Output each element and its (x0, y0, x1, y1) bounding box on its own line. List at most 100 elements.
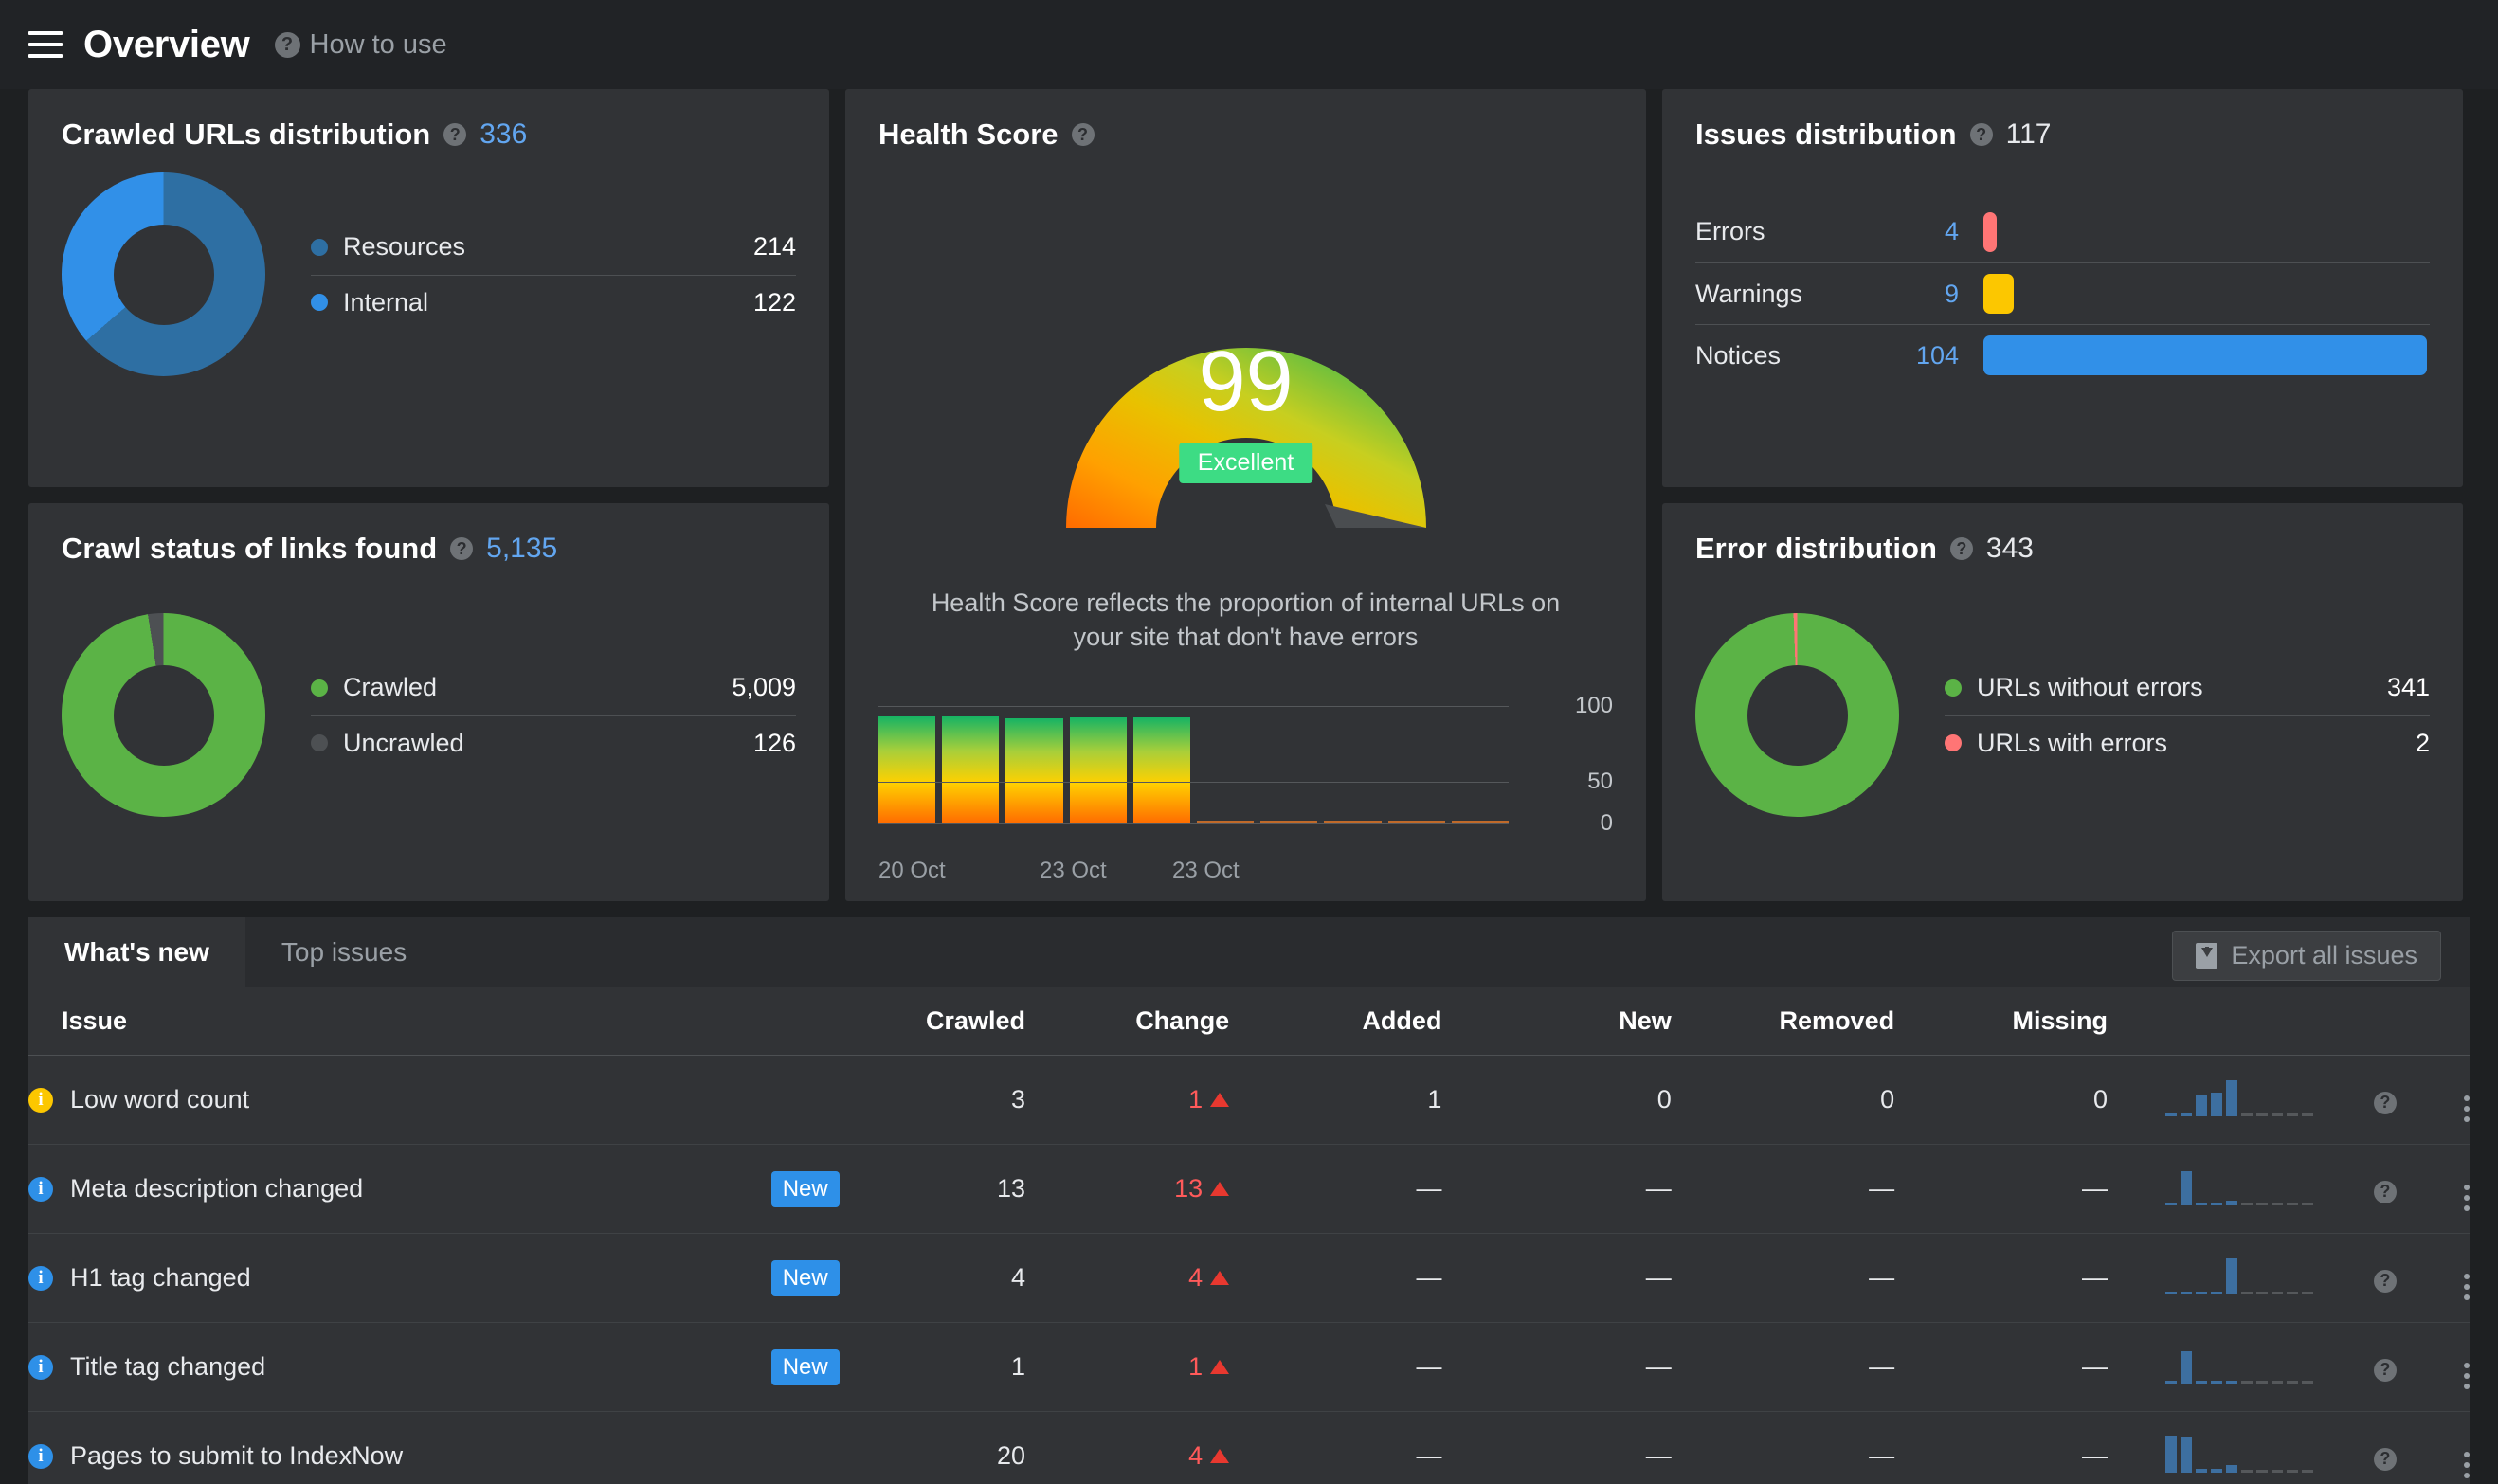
question-mark-icon[interactable]: ? (1072, 123, 1095, 146)
download-file-icon (2196, 943, 2217, 969)
tab-whats-new[interactable]: What's new (28, 917, 245, 987)
question-mark-icon[interactable]: ? (1950, 537, 1973, 560)
donut-chart-crawled-urls (62, 172, 265, 376)
question-mark-icon[interactable]: ? (2374, 1092, 2397, 1114)
sparkline-bar (2302, 1113, 2313, 1116)
cell-issue: i H1 tag changed New (28, 1234, 840, 1323)
sparkline-bar (2287, 1203, 2298, 1205)
cell-menu (2397, 1234, 2470, 1323)
card-crawl-status: Crawl status of links found ? 5,135 Craw… (28, 503, 829, 901)
hamburger-icon[interactable] (28, 31, 63, 58)
legend-item[interactable]: Uncrawled 126 (311, 715, 796, 770)
sparkline-bar (2241, 1381, 2253, 1384)
legend-color-dot (1945, 734, 1962, 751)
legend: URLs without errors 341 URLs with errors… (1945, 661, 2430, 770)
cell-sparkline (2108, 1145, 2313, 1234)
kebab-menu-icon[interactable] (2464, 1274, 2470, 1300)
sparkline-bar (2165, 1381, 2177, 1384)
legend-item[interactable]: URLs without errors 341 (1945, 661, 2430, 715)
sparkline-bar (2165, 1113, 2177, 1116)
table-row[interactable]: i Title tag changed New 1 1 — — — — ? (28, 1323, 2470, 1412)
th-crawled[interactable]: Crawled (840, 987, 1025, 1056)
question-mark-icon[interactable]: ? (2374, 1270, 2397, 1293)
panel-tabs: What's new Top issues Export all issues (28, 917, 2470, 987)
question-mark-icon[interactable]: ? (2374, 1181, 2397, 1203)
issues-panel: What's new Top issues Export all issues … (28, 917, 2470, 1484)
question-mark-icon[interactable]: ? (1970, 123, 1993, 146)
sparkline-bar (2226, 1465, 2237, 1473)
question-mark-icon[interactable]: ? (450, 537, 473, 560)
info-icon: i (28, 1266, 53, 1291)
legend-label: Uncrawled (343, 729, 464, 758)
cell-crawled: 3 (840, 1056, 1025, 1145)
donut-chart-error-distribution (1695, 613, 1899, 817)
table-row[interactable]: i H1 tag changed New 4 4 — — — — ? (28, 1234, 2470, 1323)
cell-help: ? (2313, 1145, 2396, 1234)
cell-new: 0 (1441, 1056, 1671, 1145)
cell-removed: — (1672, 1145, 1894, 1234)
issues-row-label: Warnings (1695, 280, 1894, 309)
issues-row-errors[interactable]: Errors 4 (1695, 201, 2430, 262)
issues-row-bar (1983, 212, 1997, 252)
cell-help: ? (2313, 1412, 2396, 1484)
card-count: 5,135 (486, 533, 557, 565)
export-all-issues-button[interactable]: Export all issues (2172, 931, 2441, 981)
cell-menu (2397, 1412, 2470, 1484)
history-bar (1005, 718, 1062, 823)
donut-row: Resources 214 Internal 122 (62, 172, 796, 376)
th-sparkline (2108, 987, 2313, 1056)
info-icon: i (28, 1177, 53, 1202)
legend-item[interactable]: Resources 214 (311, 220, 796, 275)
sparkline-bar (2272, 1470, 2283, 1473)
card-error-distribution: Error distribution ? 343 URLs without er… (1662, 503, 2463, 901)
cell-issue: i Pages to submit to IndexNow (28, 1412, 840, 1484)
question-mark-icon[interactable]: ? (2374, 1359, 2397, 1382)
table-row[interactable]: i Low word count 3 1 1 0 0 0 ? (28, 1056, 2470, 1145)
health-score-value: 99 (878, 334, 1613, 431)
kebab-menu-icon[interactable] (2464, 1185, 2470, 1211)
legend-label: Resources (343, 232, 465, 262)
issue-name: Title tag changed (70, 1352, 265, 1382)
legend-item[interactable]: URLs with errors 2 (1945, 715, 2430, 770)
issues-row-notices[interactable]: Notices 104 (1695, 324, 2430, 386)
history-bar (1133, 717, 1190, 823)
card-header: Error distribution ? 343 (1695, 532, 2430, 566)
legend-item[interactable]: Crawled 5,009 (311, 661, 796, 715)
cell-sparkline (2108, 1412, 2313, 1484)
kebab-menu-icon[interactable] (2464, 1452, 2470, 1478)
how-to-use-link[interactable]: ? How to use (275, 29, 447, 61)
cell-menu (2397, 1056, 2470, 1145)
sparkline-bar (2256, 1381, 2268, 1384)
table-row[interactable]: i Meta description changed New 13 13 — —… (28, 1145, 2470, 1234)
legend-value: 5,009 (732, 673, 796, 702)
health-score-history-chart: 100 50 0 20 Oct 23 Oct 23 Oct (878, 706, 1613, 858)
x-tick: 23 Oct (1040, 858, 1107, 884)
info-icon: i (28, 1444, 53, 1469)
table-row[interactable]: i Pages to submit to IndexNow 20 4 — — —… (28, 1412, 2470, 1484)
sparkline-bar (2181, 1351, 2192, 1384)
tab-top-issues[interactable]: Top issues (245, 917, 443, 987)
health-score-description: Health Score reflects the proportion of … (905, 586, 1587, 655)
card-count: 343 (1986, 533, 2034, 565)
legend-color-dot (311, 294, 328, 311)
th-added[interactable]: Added (1229, 987, 1441, 1056)
cell-help: ? (2313, 1323, 2396, 1412)
kebab-menu-icon[interactable] (2464, 1095, 2470, 1122)
th-missing[interactable]: Missing (1894, 987, 2108, 1056)
th-new[interactable]: New (1441, 987, 1671, 1056)
question-mark-icon[interactable]: ? (443, 123, 466, 146)
issues-row-warnings[interactable]: Warnings 9 (1695, 262, 2430, 324)
kebab-menu-icon[interactable] (2464, 1363, 2470, 1389)
question-mark-icon[interactable]: ? (2374, 1448, 2397, 1471)
th-issue[interactable]: Issue (28, 987, 840, 1056)
sparkline-bar (2256, 1470, 2268, 1473)
sparkline-bar (2241, 1203, 2253, 1205)
legend-label: Crawled (343, 673, 437, 702)
cell-crawled: 13 (840, 1145, 1025, 1234)
th-removed[interactable]: Removed (1672, 987, 1894, 1056)
donut-row: URLs without errors 341 URLs with errors… (1695, 613, 2430, 817)
card-title: Crawled URLs distribution (62, 118, 430, 152)
legend-item[interactable]: Internal 122 (311, 275, 796, 330)
th-change[interactable]: Change (1025, 987, 1229, 1056)
cell-sparkline (2108, 1323, 2313, 1412)
